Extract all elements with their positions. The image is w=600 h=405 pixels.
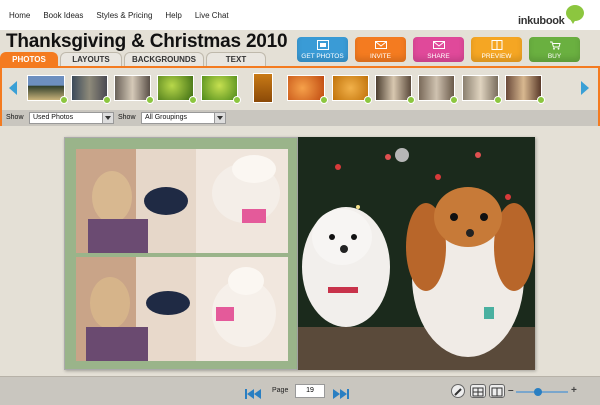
invite-button[interactable]: INVITE [355, 37, 406, 62]
inkubook-logo[interactable]: inkubook [518, 5, 588, 29]
photo-thumbnail[interactable] [201, 75, 241, 104]
used-check-icon [407, 96, 415, 104]
cart-icon [549, 40, 561, 52]
book-title: Thanksgiving & Christmas 2010 [6, 31, 288, 52]
tab-photos[interactable]: PHOTOS [0, 52, 58, 66]
photo-thumbnail[interactable] [287, 75, 328, 104]
top-nav: Home Book Ideas Styles & Pricing Help Li… [0, 0, 600, 30]
photo-thumbnail[interactable] [157, 75, 197, 104]
photo-thumbnail[interactable] [27, 75, 68, 104]
nav-live-chat[interactable]: Live Chat [195, 11, 229, 20]
action-buttons: GET PHOTOS INVITE SHARE PREVIEW BUY [297, 37, 580, 62]
logo-text: inkubook [518, 15, 565, 27]
bottom-toolbar: Page 19 – + [0, 376, 600, 405]
photo-thumbnail[interactable] [505, 75, 545, 104]
zoom-out-icon[interactable]: – [508, 385, 514, 396]
get-photos-button[interactable]: GET PHOTOS [297, 37, 348, 62]
invite-label: INVITE [370, 53, 391, 60]
first-page-button[interactable] [245, 386, 261, 404]
used-check-icon [60, 96, 68, 104]
photos-icon [316, 40, 329, 52]
photo-thumbnail[interactable] [332, 75, 372, 104]
logo-bubble-icon [566, 5, 584, 24]
nav-home[interactable]: Home [9, 11, 30, 20]
editor-tabs: PHOTOS LAYOUTS BACKGROUNDS TEXT [0, 52, 268, 66]
left-page-photo-bottom[interactable] [76, 257, 288, 361]
groupings-select[interactable]: All Groupings [141, 112, 226, 124]
preview-icon [491, 40, 503, 52]
groupings-value: All Groupings [145, 114, 188, 121]
used-check-icon [233, 96, 241, 104]
left-page-photo-top[interactable] [76, 149, 288, 253]
nav-links: Home Book Ideas Styles & Pricing Help Li… [9, 11, 242, 20]
photo-strip: Show Used Photos Show All Groupings [0, 66, 600, 126]
get-photos-label: GET PHOTOS [301, 53, 344, 60]
last-page-icon [333, 389, 340, 399]
nav-help[interactable]: Help [165, 11, 181, 20]
used-photos-select[interactable]: Used Photos [29, 112, 114, 124]
photo-thumbnail[interactable] [375, 75, 415, 104]
used-check-icon [450, 96, 458, 104]
nav-styles-pricing[interactable]: Styles & Pricing [96, 11, 152, 20]
tab-text[interactable]: TEXT [206, 52, 266, 66]
strip-next-arrow-icon[interactable] [581, 81, 589, 95]
used-check-icon [537, 96, 545, 104]
edit-pencil-icon[interactable] [451, 384, 465, 398]
used-check-icon [103, 96, 111, 104]
right-page[interactable] [298, 137, 535, 370]
share-icon [432, 40, 445, 52]
show-label: Show [6, 114, 24, 121]
used-check-icon [364, 96, 372, 104]
layout-grid-icon[interactable] [470, 384, 486, 398]
photo-thumbnail[interactable] [253, 73, 273, 103]
zoom-in-icon[interactable]: + [571, 385, 577, 396]
nav-book-ideas[interactable]: Book Ideas [43, 11, 83, 20]
tab-backgrounds[interactable]: BACKGROUNDS [124, 52, 204, 66]
last-page-button[interactable] [333, 386, 349, 404]
photo-thumbnail[interactable] [462, 75, 502, 104]
left-page[interactable] [64, 137, 298, 370]
buy-button[interactable]: BUY [529, 37, 580, 62]
preview-button[interactable]: PREVIEW [471, 37, 522, 62]
photo-thumbnail[interactable] [114, 75, 154, 104]
photo-thumbnail[interactable] [71, 75, 111, 104]
used-check-icon [320, 96, 328, 104]
used-check-icon [146, 96, 154, 104]
share-button[interactable]: SHARE [413, 37, 464, 62]
zoom-slider-knob[interactable] [534, 388, 542, 396]
show-label-2: Show [118, 114, 136, 121]
photo-thumbnail[interactable] [418, 75, 458, 104]
filter-bar: Show Used Photos Show All Groupings [2, 110, 598, 126]
chevron-down-icon [214, 113, 225, 123]
zoom-slider[interactable] [516, 388, 568, 396]
tab-layouts[interactable]: LAYOUTS [60, 52, 122, 66]
used-photos-value: Used Photos [33, 114, 74, 121]
used-check-icon [189, 96, 197, 104]
right-page-photo[interactable] [298, 137, 535, 370]
used-check-icon [494, 96, 502, 104]
spread-view-icon[interactable] [489, 384, 505, 398]
share-label: SHARE [427, 53, 450, 60]
page-number-input[interactable]: 19 [295, 384, 325, 398]
buy-label: BUY [547, 53, 562, 60]
chevron-down-icon [102, 113, 113, 123]
invite-icon [374, 40, 387, 52]
strip-prev-arrow-icon[interactable] [9, 81, 17, 95]
page-label: Page [272, 387, 289, 394]
preview-label: PREVIEW [481, 53, 512, 60]
